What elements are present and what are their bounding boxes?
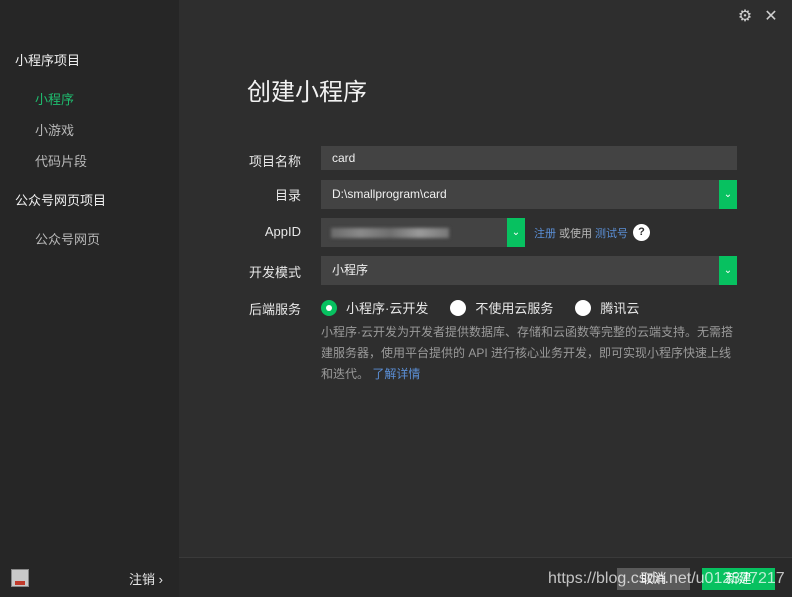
learn-more-link[interactable]: 了解详情 (372, 367, 420, 381)
radio-tencent-cloud-label[interactable]: 腾讯云 (600, 298, 639, 317)
create-button[interactable]: 新建 (702, 568, 775, 590)
radio-cloud-dev[interactable] (321, 299, 337, 316)
chevron-down-icon[interactable]: ⌄ (719, 180, 737, 209)
backend-radio-group: 小程序·云开发 不使用云服务 腾讯云 (321, 298, 661, 317)
project-name-label: 项目名称 (248, 154, 301, 169)
page-title: 创建小程序 (247, 79, 367, 106)
footer-bar: 取消 新建 https://blog.csdn.net/u012377217 (179, 557, 792, 597)
test-account-link[interactable]: 测试号 (595, 225, 628, 241)
window-controls: ⚙ ✕ (736, 8, 780, 26)
logout-button[interactable]: 注销 › (129, 569, 163, 588)
radio-cloud-dev-label[interactable]: 小程序·云开发 (346, 298, 428, 317)
radio-tencent-cloud[interactable] (575, 299, 592, 316)
help-icon[interactable]: ? (633, 224, 650, 241)
appid-label: AppID (264, 224, 301, 239)
sidebar: 小程序项目 小程序 小游戏 代码片段 公众号网页项目 公众号网页 注销 › (0, 0, 179, 597)
sidebar-item-minigame[interactable]: 小游戏 (35, 120, 74, 139)
or-use-text: 或使用 (559, 228, 592, 240)
radio-no-cloud-label[interactable]: 不使用云服务 (475, 298, 553, 317)
appid-select[interactable]: ⌄ (321, 218, 525, 247)
main-panel: ⚙ ✕ 创建小程序 项目名称 card 目录 D:\smallprogram\c… (179, 0, 792, 597)
register-link[interactable]: 注册 (534, 225, 556, 241)
cloud-dev-description: 小程序·云开发为开发者提供数据库、存储和云函数等完整的云端支持。无需搭建服务器，… (321, 322, 741, 385)
directory-input[interactable]: D:\smallprogram\card ⌄ (321, 180, 737, 209)
project-name-input[interactable]: card (321, 146, 737, 170)
gear-icon[interactable]: ⚙ (736, 8, 754, 26)
chevron-down-icon[interactable]: ⌄ (507, 218, 525, 247)
directory-value: D:\smallprogram\card (332, 187, 447, 201)
dev-mode-select[interactable]: 小程序 ⌄ (321, 256, 737, 285)
avatar[interactable] (11, 569, 29, 587)
chevron-down-icon[interactable]: ⌄ (719, 256, 737, 285)
sidebar-group-official-account: 公众号网页项目 (15, 193, 107, 208)
sidebar-item-miniprogram[interactable]: 小程序 (35, 89, 74, 108)
close-icon[interactable]: ✕ (762, 8, 780, 26)
sidebar-footer: 注销 › (0, 558, 179, 597)
directory-label: 目录 (274, 188, 301, 203)
sidebar-item-code-snippet[interactable]: 代码片段 (35, 151, 87, 170)
sidebar-group-miniprogram: 小程序项目 (15, 53, 81, 68)
cancel-button[interactable]: 取消 (617, 568, 690, 590)
radio-no-cloud[interactable] (450, 299, 467, 316)
dev-mode-label: 开发模式 (248, 265, 301, 280)
appid-value-redacted (331, 228, 449, 238)
backend-label: 后端服务 (248, 302, 301, 317)
dev-mode-value: 小程序 (332, 263, 369, 277)
sidebar-item-official-account-web[interactable]: 公众号网页 (35, 229, 100, 248)
